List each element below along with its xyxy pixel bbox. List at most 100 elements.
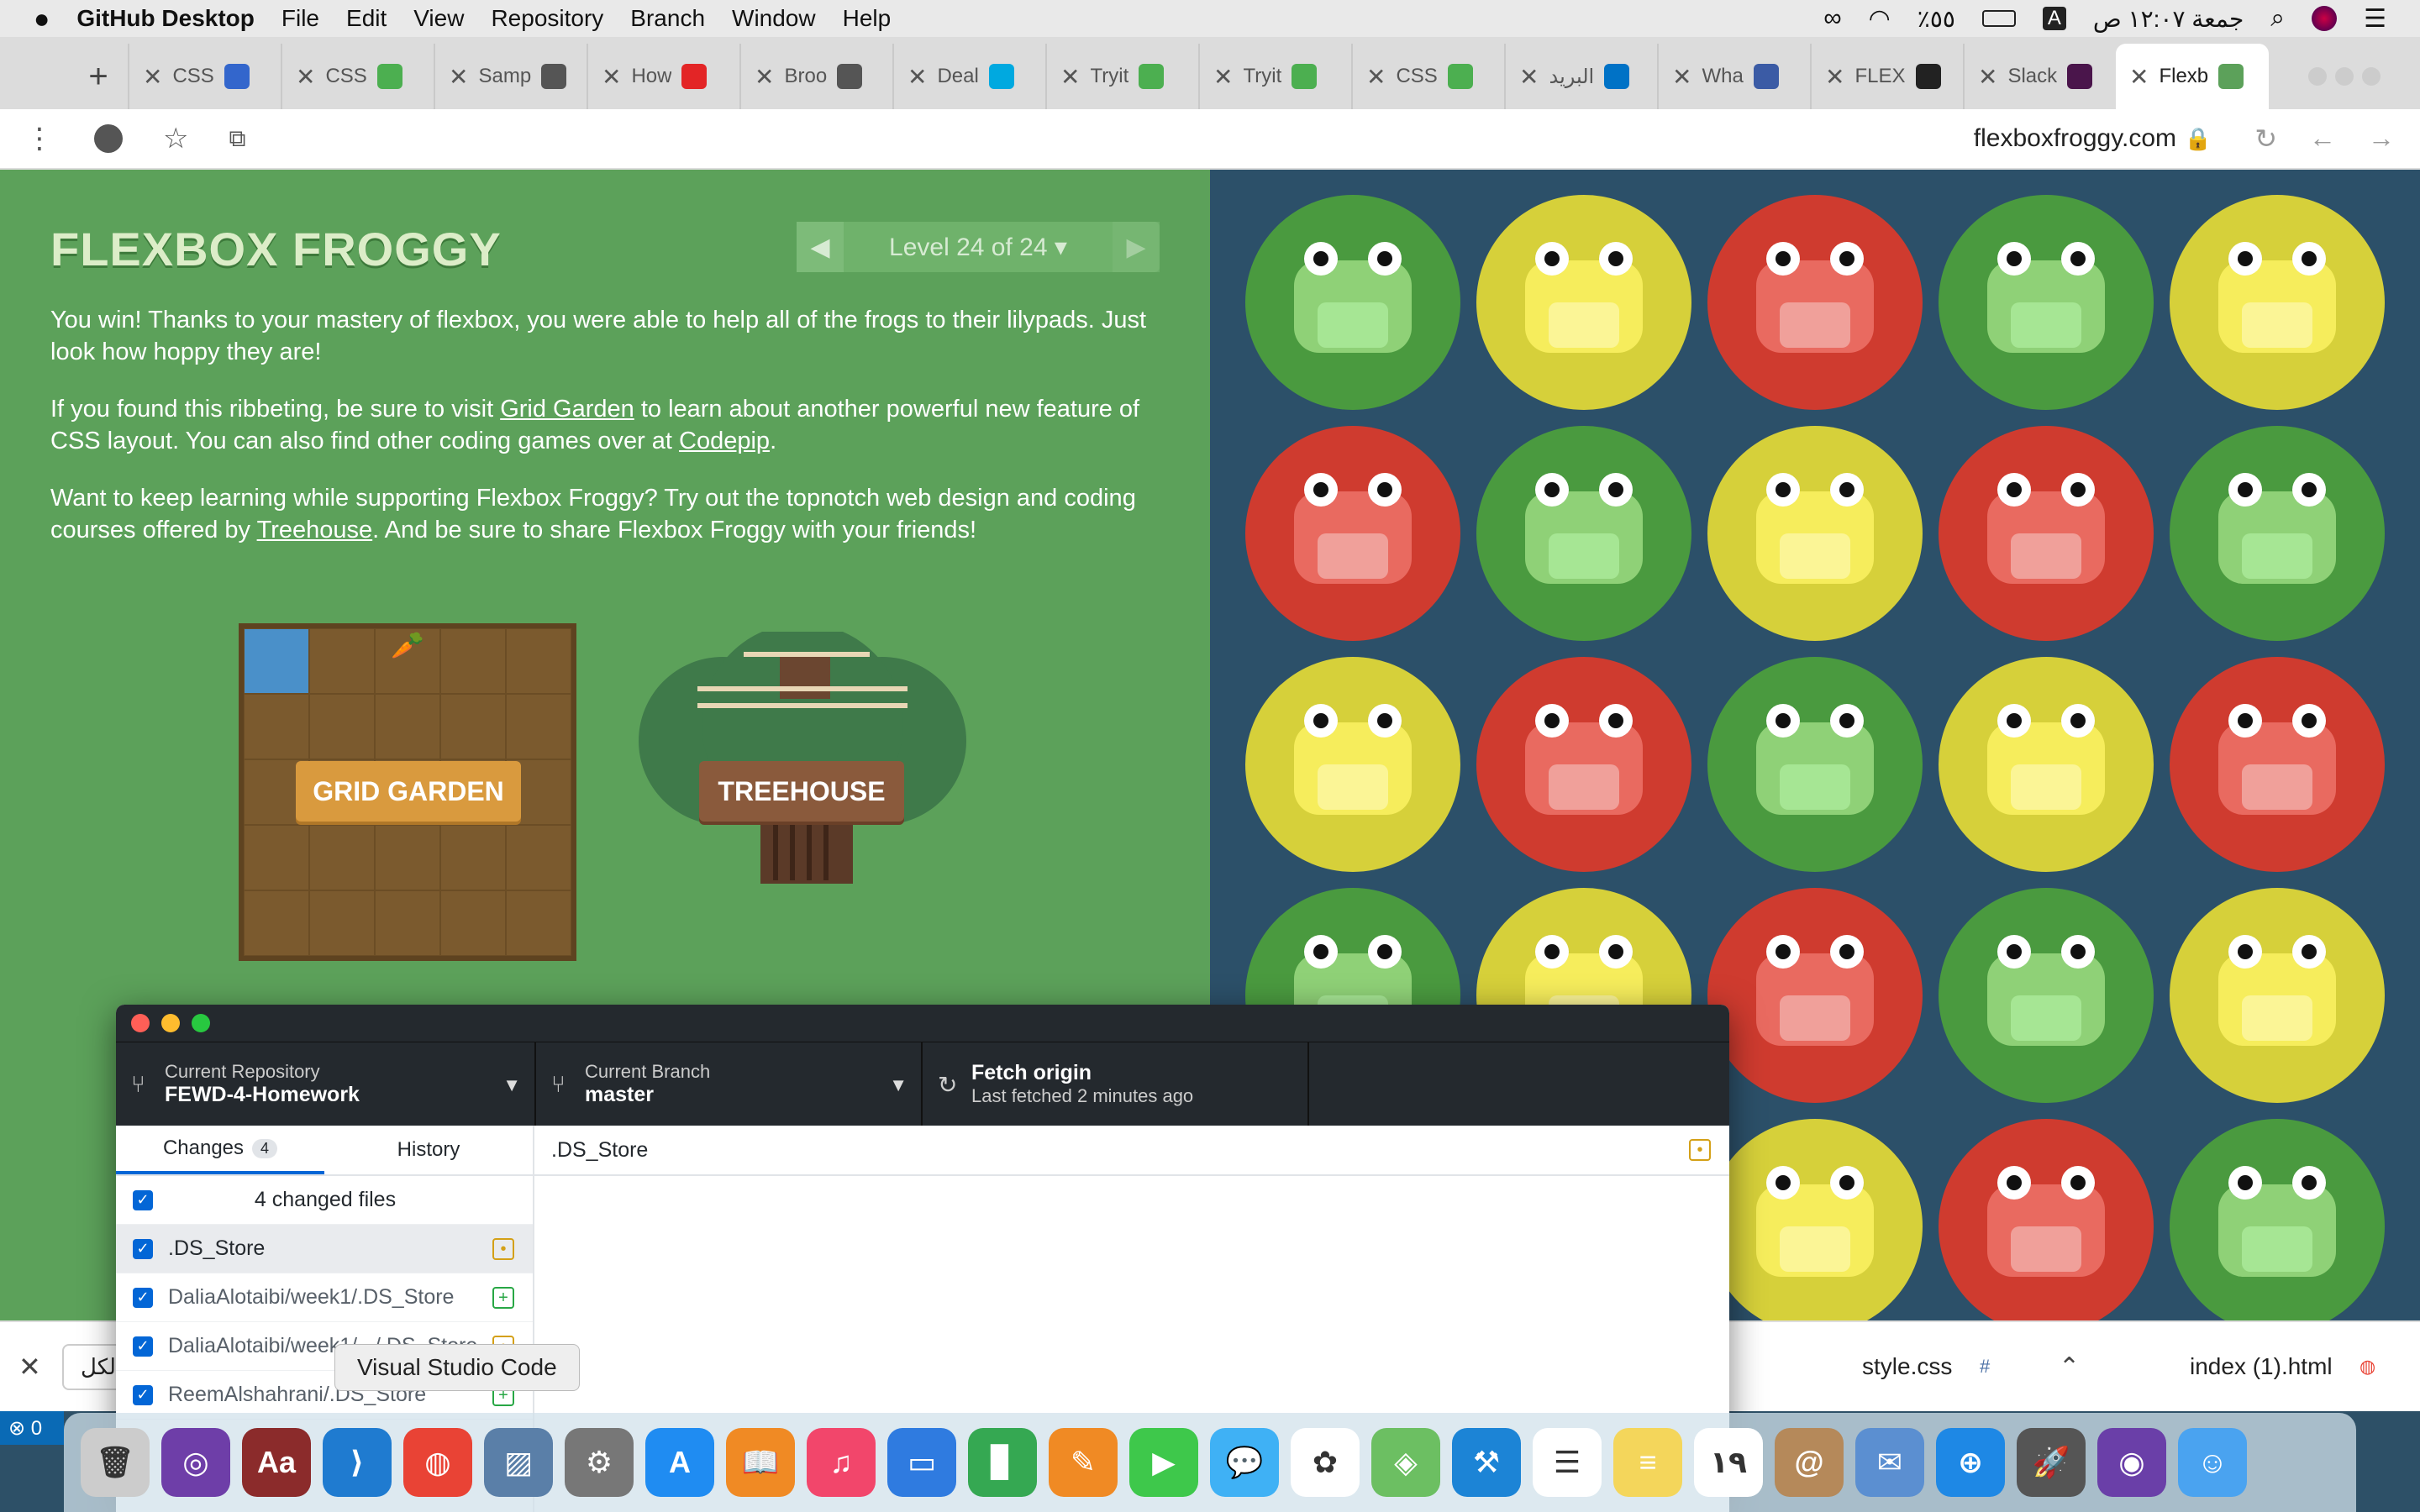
contacts-icon[interactable]: @ — [1775, 1428, 1844, 1497]
gh-zoom-button[interactable] — [192, 1014, 210, 1032]
changed-file-row[interactable]: ✓ .DS_Store • — [116, 1225, 533, 1273]
dictionary-icon[interactable]: Aa — [242, 1428, 311, 1497]
window-close-button[interactable] — [2308, 67, 2327, 86]
downloads-close-icon[interactable]: ✕ — [18, 1351, 41, 1383]
keynote-icon[interactable]: ▭ — [887, 1428, 956, 1497]
close-tab-icon[interactable]: ✕ — [1519, 63, 1539, 91]
browser-tab[interactable]: ✕ Tryit — [1198, 44, 1351, 109]
treehouse-button[interactable]: TREEHOUSE — [699, 761, 904, 822]
treehouse-link[interactable]: Treehouse — [257, 517, 373, 543]
browser-tab[interactable]: ✕ Wha — [1657, 44, 1810, 109]
gh-minimize-button[interactable] — [161, 1014, 180, 1032]
close-tab-icon[interactable]: ✕ — [2129, 63, 2149, 91]
reload-icon[interactable]: ↻ — [2254, 123, 2277, 155]
close-tab-icon[interactable]: ✕ — [908, 63, 927, 91]
browser-tab[interactable]: ✕ Samp — [434, 44, 587, 109]
chrome-icon[interactable]: ◍ — [403, 1428, 472, 1497]
close-tab-icon[interactable]: ✕ — [755, 63, 774, 91]
close-tab-icon[interactable]: ✕ — [296, 63, 315, 91]
preview-icon[interactable]: ▨ — [484, 1428, 553, 1497]
bookmark-star-icon[interactable]: ☆ — [163, 122, 188, 155]
close-tab-icon[interactable]: ✕ — [1366, 63, 1386, 91]
changed-file-row[interactable]: ✓ DaliaAlotaibi/week1/.DS_Store + — [116, 1273, 533, 1322]
vscode-status-indicator[interactable]: ⊗ 0 — [0, 1411, 64, 1445]
mail-icon[interactable]: ✉ — [1855, 1428, 1924, 1497]
download-item-style-css[interactable]: style.css — [1862, 1353, 1952, 1380]
browser-tab[interactable]: ✕ How — [587, 44, 739, 109]
current-repository-dropdown[interactable]: ⑂ Current Repository FEWD-4-Homework ▼ — [116, 1042, 536, 1126]
menu-file[interactable]: File — [281, 5, 319, 32]
browser-tab[interactable]: ✕ البريد — [1504, 44, 1657, 109]
siri-icon[interactable] — [2312, 6, 2338, 31]
lock-icon[interactable]: 🔒 — [2185, 126, 2212, 152]
next-level-button[interactable]: ▶ — [1113, 222, 1160, 272]
browser-tab[interactable]: ✕ Broo — [739, 44, 892, 109]
numbers-icon[interactable]: ▊ — [968, 1428, 1037, 1497]
translate-icon[interactable]: ⧉ — [229, 125, 245, 153]
finder-icon[interactable]: ☺ — [2178, 1428, 2247, 1497]
control-center-icon[interactable]: ☰ — [2364, 4, 2386, 34]
browser-tab[interactable]: ✕ Slack — [1963, 44, 2116, 109]
close-tab-icon[interactable]: ✕ — [602, 63, 621, 91]
menu-window[interactable]: Window — [732, 5, 816, 32]
browser-tab[interactable]: ✕ CSS — [281, 44, 434, 109]
browser-tab[interactable]: ✕ Deal — [892, 44, 1045, 109]
menu-edit[interactable]: Edit — [346, 5, 387, 32]
browser-tab[interactable]: ✕ FLEX — [1810, 44, 1963, 109]
input-source-icon[interactable]: A — [2042, 7, 2066, 30]
close-tab-icon[interactable]: ✕ — [143, 63, 162, 91]
close-tab-icon[interactable]: ✕ — [449, 63, 468, 91]
pages-icon[interactable]: ✎ — [1049, 1428, 1118, 1497]
books-icon[interactable]: 📖 — [726, 1428, 795, 1497]
file-checkbox[interactable]: ✓ — [133, 1287, 153, 1308]
grid-garden-link[interactable]: Grid Garden — [500, 396, 634, 423]
forward-icon[interactable]: → — [2368, 123, 2395, 155]
close-tab-icon[interactable]: ✕ — [1060, 63, 1080, 91]
file-checkbox[interactable]: ✓ — [133, 1238, 153, 1259]
xcode-icon[interactable]: ⚒ — [1452, 1428, 1521, 1497]
search-icon[interactable]: ⌕ — [2270, 4, 2285, 33]
close-tab-icon[interactable]: ✕ — [1672, 63, 1691, 91]
creative-cloud-icon[interactable]: ∞ — [1823, 4, 1841, 33]
close-tab-icon[interactable]: ✕ — [1825, 63, 1844, 91]
facetime-icon[interactable]: ▶ — [1129, 1428, 1198, 1497]
treehouse-illustration[interactable] — [639, 632, 966, 884]
notes-icon[interactable]: ≡ — [1613, 1428, 1682, 1497]
battery-icon[interactable] — [1981, 10, 2016, 27]
calendar-icon[interactable]: ١٩ — [1694, 1428, 1763, 1497]
maps-icon[interactable]: ◈ — [1371, 1428, 1440, 1497]
level-indicator[interactable]: Level 24 of 24 ▾ — [844, 233, 1113, 262]
gh-close-button[interactable] — [131, 1014, 150, 1032]
menu-app-name[interactable]: GitHub Desktop — [76, 5, 255, 32]
app-store-icon[interactable]: A — [645, 1428, 714, 1497]
fetch-origin-button[interactable]: ↻ Fetch origin Last fetched 2 minutes ag… — [923, 1042, 1309, 1126]
reminders-icon[interactable]: ☰ — [1533, 1428, 1602, 1497]
grid-garden-button[interactable]: GRID GARDEN — [296, 761, 521, 822]
music-icon[interactable]: ♫ — [807, 1428, 876, 1497]
menu-repository[interactable]: Repository — [491, 5, 603, 32]
vscode-icon[interactable]: ⟩ — [323, 1428, 392, 1497]
tab-history[interactable]: History — [324, 1126, 533, 1174]
download-caret-icon[interactable]: ⌃ — [2059, 1352, 2080, 1382]
clock[interactable]: جمعة ١٢:٠٧ ص — [2093, 5, 2244, 33]
browser-tab[interactable]: ✕ CSS — [128, 44, 281, 109]
github-desktop-icon[interactable]: ◎ — [161, 1428, 230, 1497]
url-text[interactable]: flexboxfroggy.com — [1974, 124, 2176, 153]
trash-icon[interactable]: 🗑 — [81, 1428, 150, 1497]
system-preferences-icon[interactable]: ⚙ — [565, 1428, 634, 1497]
wifi-icon[interactable]: ◠ — [1869, 4, 1891, 34]
browser-tab[interactable]: ✕ Tryit — [1045, 44, 1198, 109]
close-tab-icon[interactable]: ✕ — [1978, 63, 1997, 91]
menu-dots-icon[interactable]: ⋮ — [25, 122, 54, 155]
safari-icon[interactable]: ⊕ — [1936, 1428, 2005, 1497]
new-tab-button[interactable]: + — [69, 44, 128, 109]
back-icon[interactable]: ← — [2309, 123, 2336, 155]
siri-icon[interactable]: ◉ — [2097, 1428, 2166, 1497]
select-all-checkbox[interactable]: ✓ — [133, 1189, 153, 1210]
close-tab-icon[interactable]: ✕ — [1213, 63, 1233, 91]
photos-icon[interactable]: ✿ — [1291, 1428, 1360, 1497]
profile-icon[interactable] — [94, 124, 123, 153]
menu-branch[interactable]: Branch — [630, 5, 705, 32]
current-branch-dropdown[interactable]: ⑂ Current Branch master ▼ — [536, 1042, 923, 1126]
apple-menu-icon[interactable]: ● — [34, 3, 50, 34]
